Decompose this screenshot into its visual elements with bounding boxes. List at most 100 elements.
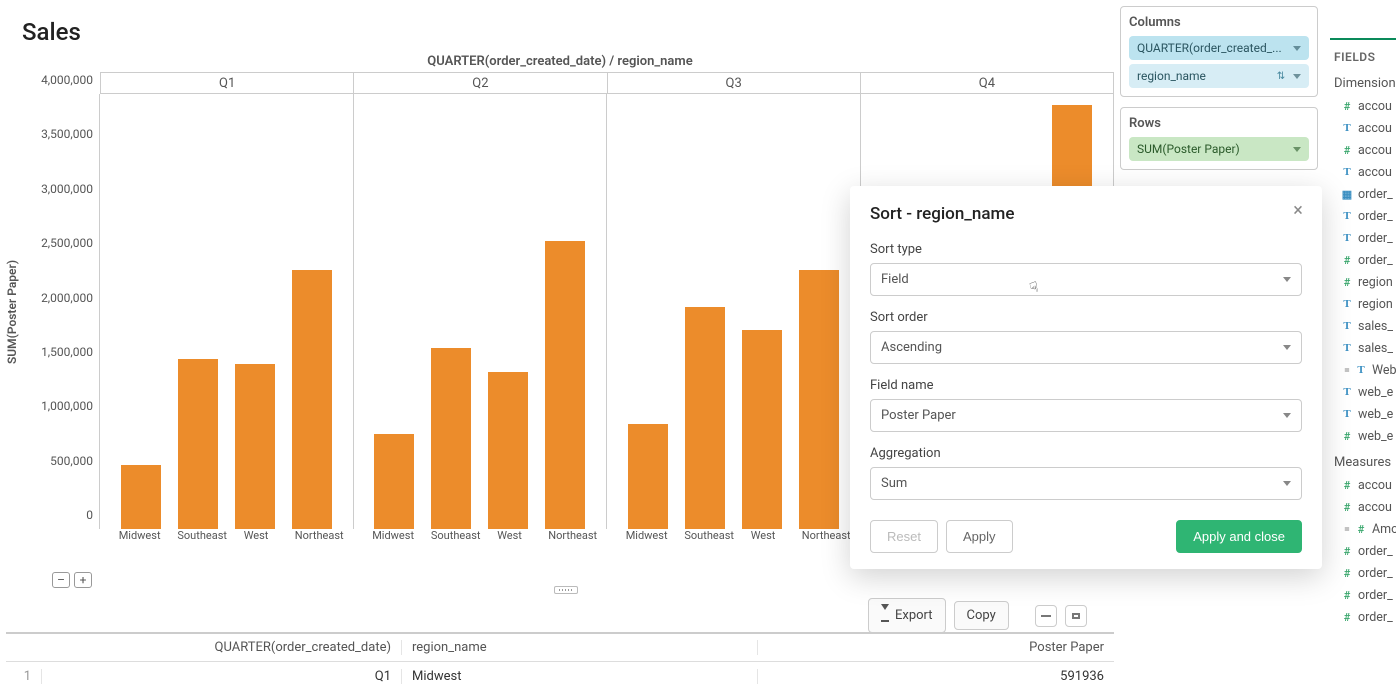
table-cell-index: 1 xyxy=(6,669,42,684)
x-tick-label: Midwest xyxy=(119,529,159,549)
field-item[interactable]: Tsales_ xyxy=(1330,315,1396,337)
field-item-label: sales_ xyxy=(1358,341,1393,356)
field-item[interactable]: #accou xyxy=(1330,496,1396,518)
measures-section-label: Measures xyxy=(1334,455,1396,470)
number-icon: # xyxy=(1340,276,1354,289)
table-header-value[interactable]: Poster Paper xyxy=(758,640,1114,655)
facet-label: Q1 xyxy=(100,73,354,93)
field-name-label: Field name xyxy=(870,378,1302,393)
copy-button[interactable]: Copy xyxy=(954,601,1009,630)
number-icon: # xyxy=(1340,100,1354,113)
pill-region[interactable]: region_name ⇅ xyxy=(1129,64,1309,88)
field-item[interactable]: #region xyxy=(1330,271,1396,293)
number-icon: # xyxy=(1354,523,1368,536)
zoom-in-button[interactable]: + xyxy=(74,572,92,588)
field-item[interactable]: =TWeb C xyxy=(1330,359,1396,381)
field-item-label: order_ xyxy=(1358,253,1393,268)
field-item[interactable]: Tweb_e xyxy=(1330,403,1396,425)
export-button[interactable]: Export xyxy=(868,598,946,633)
field-item[interactable]: #web_e xyxy=(1330,425,1396,447)
field-item-label: order_ xyxy=(1358,231,1393,246)
field-item[interactable]: #accou xyxy=(1330,139,1396,161)
pill-poster-paper[interactable]: SUM(Poster Paper) xyxy=(1129,137,1309,161)
minimize-table-icon[interactable] xyxy=(1035,605,1057,627)
apply-button[interactable]: Apply xyxy=(946,520,1013,553)
text-icon: T xyxy=(1340,166,1354,178)
page-title: Sales xyxy=(22,18,81,46)
apply-and-close-button[interactable]: Apply and close xyxy=(1176,520,1302,553)
columns-shelf[interactable]: Columns QUARTER(order_created_... region… xyxy=(1120,6,1318,97)
number-icon: # xyxy=(1340,545,1354,558)
text-icon: T xyxy=(1340,386,1354,398)
field-name-select[interactable]: Poster Paper xyxy=(870,399,1302,432)
field-item-label: web_e xyxy=(1358,429,1393,444)
table-cell-quarter: Q1 xyxy=(42,669,402,684)
x-tick-label: Northeast xyxy=(295,529,335,549)
pill-text: SUM(Poster Paper) xyxy=(1137,142,1287,156)
field-item[interactable]: #order_ xyxy=(1330,562,1396,584)
field-item[interactable]: #accou xyxy=(1330,474,1396,496)
chart-bar[interactable] xyxy=(742,330,782,529)
download-icon xyxy=(881,605,889,626)
table-row[interactable]: 1 Q1 Midwest 591936 xyxy=(6,662,1114,690)
field-item[interactable]: Torder_ xyxy=(1330,205,1396,227)
field-item[interactable]: Tregion xyxy=(1330,293,1396,315)
field-item[interactable]: ▦order_ xyxy=(1330,183,1396,205)
text-icon: T xyxy=(1340,408,1354,420)
sort-icon: ⇅ xyxy=(1275,70,1287,82)
field-item-label: Web C xyxy=(1372,363,1396,378)
chart-bar[interactable] xyxy=(178,359,218,529)
chart-bar[interactable] xyxy=(799,270,839,529)
fields-search-initial[interactable]: D xyxy=(1330,6,1396,40)
field-item[interactable]: # order_ xyxy=(1330,540,1396,562)
x-tick-label: Southeast xyxy=(177,529,217,549)
zoom-out-button[interactable]: – xyxy=(52,572,70,588)
sort-type-select[interactable]: Field xyxy=(870,263,1302,296)
field-item[interactable]: Taccou xyxy=(1330,117,1396,139)
field-item[interactable]: Tweb_e xyxy=(1330,381,1396,403)
reset-button[interactable]: Reset xyxy=(870,520,938,553)
chart-bar[interactable] xyxy=(628,424,668,529)
field-item[interactable]: Torder_ xyxy=(1330,227,1396,249)
field-item[interactable]: =#Amou xyxy=(1330,518,1396,540)
field-item[interactable]: Taccou xyxy=(1330,161,1396,183)
aggregation-select[interactable]: Sum xyxy=(870,467,1302,500)
field-item[interactable]: #order_ xyxy=(1330,606,1396,628)
field-item[interactable]: #order_ xyxy=(1330,584,1396,606)
table-header-region[interactable]: region_name xyxy=(402,640,758,655)
number-icon: # xyxy=(1340,567,1354,580)
field-item-label: web_e xyxy=(1358,385,1393,400)
pill-quarter[interactable]: QUARTER(order_created_... xyxy=(1129,36,1309,60)
chart-bar[interactable] xyxy=(685,307,725,529)
splitter-handle[interactable] xyxy=(554,586,578,594)
x-tick-label: Northeast xyxy=(548,529,588,549)
chart-bar[interactable] xyxy=(292,270,332,529)
field-item-label: accou xyxy=(1358,121,1392,136)
fields-panel-title: FIELDS xyxy=(1334,50,1396,64)
aggregation-value: Sum xyxy=(881,476,907,491)
sort-type-value: Field xyxy=(881,272,909,287)
x-tick-label: Southeast xyxy=(684,529,724,549)
field-item[interactable]: #accou xyxy=(1330,95,1396,117)
table-header-quarter[interactable]: QUARTER(order_created_date) xyxy=(42,640,402,655)
chart-bar[interactable] xyxy=(488,372,528,529)
field-item-label: web_e xyxy=(1358,407,1393,422)
rows-shelf[interactable]: Rows SUM(Poster Paper) xyxy=(1120,107,1318,170)
sort-order-select[interactable]: Ascending xyxy=(870,331,1302,364)
y-tick: 0 xyxy=(86,508,93,522)
x-tick-label: Midwest xyxy=(372,529,412,549)
close-icon[interactable]: × xyxy=(1288,200,1308,220)
field-item[interactable]: Tsales_ xyxy=(1330,337,1396,359)
field-item-label: order_ xyxy=(1358,544,1393,559)
field-item[interactable]: #order_ xyxy=(1330,249,1396,271)
chart-bar[interactable] xyxy=(121,465,161,529)
aggregation-label: Aggregation xyxy=(870,446,1302,461)
text-icon: T xyxy=(1340,342,1354,354)
chart-bar[interactable] xyxy=(235,364,275,529)
number-icon: # xyxy=(1340,501,1354,514)
maximize-table-icon[interactable] xyxy=(1065,605,1087,627)
chart-bar[interactable] xyxy=(545,241,585,529)
chart-bar[interactable] xyxy=(431,348,471,529)
chart-bar[interactable] xyxy=(374,434,414,529)
chevron-down-icon xyxy=(1283,413,1291,418)
